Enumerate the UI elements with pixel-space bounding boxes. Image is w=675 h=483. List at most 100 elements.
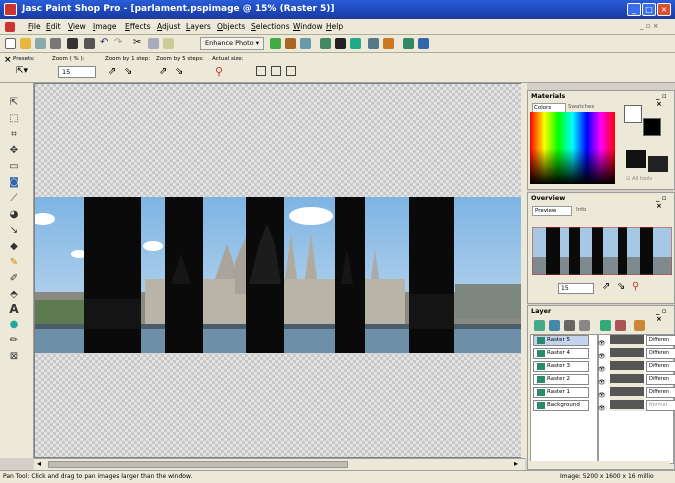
new-raster-layer-icon[interactable] bbox=[534, 320, 545, 331]
menu-view[interactable]: View bbox=[68, 21, 86, 33]
menu-file[interactable]: File bbox=[28, 21, 41, 33]
menu-window[interactable]: Window bbox=[293, 21, 323, 33]
menu-layers[interactable]: Layers bbox=[186, 21, 211, 33]
layers-scrollbar[interactable] bbox=[530, 461, 670, 469]
clarify-icon[interactable] bbox=[350, 38, 361, 49]
tab-preview[interactable]: Preview bbox=[532, 206, 572, 216]
overview-zoom-input[interactable]: 15 bbox=[558, 283, 594, 294]
image-canvas[interactable] bbox=[35, 84, 524, 457]
new-mask-layer-icon[interactable] bbox=[564, 320, 575, 331]
overview-actual-size-icon[interactable]: ⚲ bbox=[632, 281, 639, 292]
warp-brush-icon[interactable]: ⊠ bbox=[7, 351, 21, 363]
menu-help[interactable]: Help bbox=[326, 21, 343, 33]
enhance-photo-button[interactable]: Enhance Photo ▾ bbox=[200, 37, 264, 50]
cut-icon[interactable]: ✂ bbox=[133, 38, 144, 49]
blend-mode-raster3[interactable]: Differen bbox=[646, 361, 675, 372]
zoom-in-icon[interactable]: ⇗ bbox=[108, 66, 116, 77]
open-icon[interactable] bbox=[20, 38, 31, 49]
menu-effects[interactable]: Effects bbox=[125, 21, 151, 33]
flood-fill-icon[interactable]: ⬘ bbox=[7, 289, 21, 301]
eraser-icon[interactable]: ✐ bbox=[7, 273, 21, 285]
zoom-out-5-icon[interactable]: ⇘ bbox=[175, 66, 183, 77]
print-icon[interactable] bbox=[84, 38, 95, 49]
copy-icon[interactable] bbox=[148, 38, 159, 49]
color-spectrum[interactable] bbox=[530, 112, 615, 184]
overview-thumbnail[interactable] bbox=[532, 227, 672, 275]
red-eye-icon[interactable] bbox=[320, 38, 331, 49]
text-tool-icon[interactable]: A bbox=[7, 303, 21, 315]
clone-brush-icon[interactable]: ◕ bbox=[7, 209, 21, 221]
blend-mode-raster1[interactable]: Differen bbox=[646, 387, 675, 398]
scroll-right-icon[interactable]: ▸ bbox=[514, 459, 518, 468]
save-icon[interactable] bbox=[67, 38, 78, 49]
zoom-out-icon[interactable]: ⇘ bbox=[124, 66, 132, 77]
menu-selections[interactable]: Selections bbox=[251, 21, 289, 33]
image-canvas-workspace[interactable] bbox=[34, 83, 525, 458]
overview-zoom-in-icon[interactable]: ⇗ bbox=[602, 281, 610, 292]
brush-icon[interactable] bbox=[383, 38, 394, 49]
foreground-swatch[interactable] bbox=[624, 105, 642, 123]
tab-info[interactable]: Info bbox=[576, 206, 600, 216]
fit-image-icon[interactable] bbox=[271, 66, 281, 76]
blend-mode-raster5[interactable]: Differen bbox=[646, 335, 675, 346]
red-eye-tool-icon[interactable]: ◙ bbox=[7, 177, 21, 189]
paste-icon[interactable] bbox=[163, 38, 174, 49]
actual-size-icon[interactable]: ⚲ bbox=[215, 65, 223, 78]
delete-layer-icon[interactable] bbox=[615, 320, 626, 331]
scroll-left-icon[interactable]: ◂ bbox=[37, 459, 41, 468]
horizontal-scrollbar[interactable]: ◂ ▸ bbox=[34, 458, 525, 470]
layers-panel-controls[interactable]: _ ▫ × bbox=[656, 307, 674, 323]
new-adjustment-layer-icon[interactable] bbox=[579, 320, 590, 331]
materials-panel-controls[interactable]: _ ▫ × bbox=[656, 92, 674, 108]
blend-mode-raster2[interactable]: Differen bbox=[646, 374, 675, 385]
preset-shape-icon[interactable]: ● bbox=[7, 319, 21, 331]
all-tools-checkbox[interactable]: ☑ All tools bbox=[626, 176, 652, 182]
overview-panel-controls[interactable]: _ ▫ × bbox=[656, 194, 674, 210]
close-button[interactable]: × bbox=[657, 3, 671, 16]
opacity-sliders[interactable] bbox=[610, 335, 644, 411]
help-icon[interactable] bbox=[418, 38, 429, 49]
maximize-button[interactable]: □ bbox=[642, 3, 656, 16]
blend-mode-raster4[interactable]: Differen bbox=[646, 348, 675, 359]
menu-objects[interactable]: Objects bbox=[217, 21, 245, 33]
pen-tool-icon[interactable]: ✏ bbox=[7, 335, 21, 347]
new-icon[interactable] bbox=[5, 38, 16, 49]
browse-icon[interactable] bbox=[35, 38, 46, 49]
fit-window-icon[interactable] bbox=[256, 66, 266, 76]
undo-icon[interactable]: ↶ bbox=[100, 38, 111, 49]
script-icon[interactable] bbox=[403, 38, 414, 49]
new-vector-layer-icon[interactable] bbox=[549, 320, 560, 331]
menu-edit[interactable]: Edit bbox=[46, 21, 61, 33]
smart-photo-icon[interactable] bbox=[300, 38, 311, 49]
menu-adjust[interactable]: Adjust bbox=[157, 21, 180, 33]
contrast-icon[interactable] bbox=[335, 38, 346, 49]
close-palette-icon[interactable]: × bbox=[4, 55, 12, 65]
lighten-darken-icon[interactable]: ✎ bbox=[7, 257, 21, 269]
dodge-icon[interactable]: ◆ bbox=[7, 241, 21, 253]
background-swatch[interactable] bbox=[643, 118, 661, 136]
mdi-controls[interactable]: _ ▫ × bbox=[640, 22, 659, 30]
palette-icon[interactable] bbox=[368, 38, 379, 49]
one-step-fix-icon[interactable] bbox=[270, 38, 281, 49]
fit-screen-icon[interactable] bbox=[286, 66, 296, 76]
menu-image[interactable]: Image bbox=[93, 21, 117, 33]
redo-icon[interactable]: ↷ bbox=[114, 38, 125, 49]
zoom-in-5-icon[interactable]: ⇗ bbox=[159, 66, 167, 77]
scroll-thumb[interactable] bbox=[48, 461, 348, 468]
minimize-button[interactable]: _ bbox=[627, 3, 641, 16]
zoom-input[interactable]: 15 bbox=[58, 66, 96, 78]
fix-color-icon[interactable] bbox=[285, 38, 296, 49]
visibility-eye-icons[interactable]: 👁 👁 👁 👁 👁 👁 bbox=[598, 337, 608, 412]
overview-zoom-out-icon[interactable]: ⇘ bbox=[617, 281, 625, 292]
pan-tool-icon[interactable]: ⇱ bbox=[7, 97, 21, 109]
duplicate-layer-icon[interactable] bbox=[600, 320, 611, 331]
selection-tool-icon[interactable]: ⬚ bbox=[7, 113, 21, 125]
presets-dropdown[interactable]: ⇱▾ bbox=[16, 66, 38, 79]
scan-icon[interactable] bbox=[50, 38, 61, 49]
move-tool-icon[interactable]: ✥ bbox=[7, 145, 21, 157]
scratch-remover-icon[interactable]: ↘ bbox=[7, 225, 21, 237]
foreground-material[interactable] bbox=[626, 150, 646, 168]
blend-mode-background[interactable]: Normal bbox=[646, 400, 675, 411]
paint-brush-icon[interactable]: ⟋ bbox=[7, 193, 21, 205]
crop-tool-icon[interactable]: ⌗ bbox=[7, 129, 21, 141]
